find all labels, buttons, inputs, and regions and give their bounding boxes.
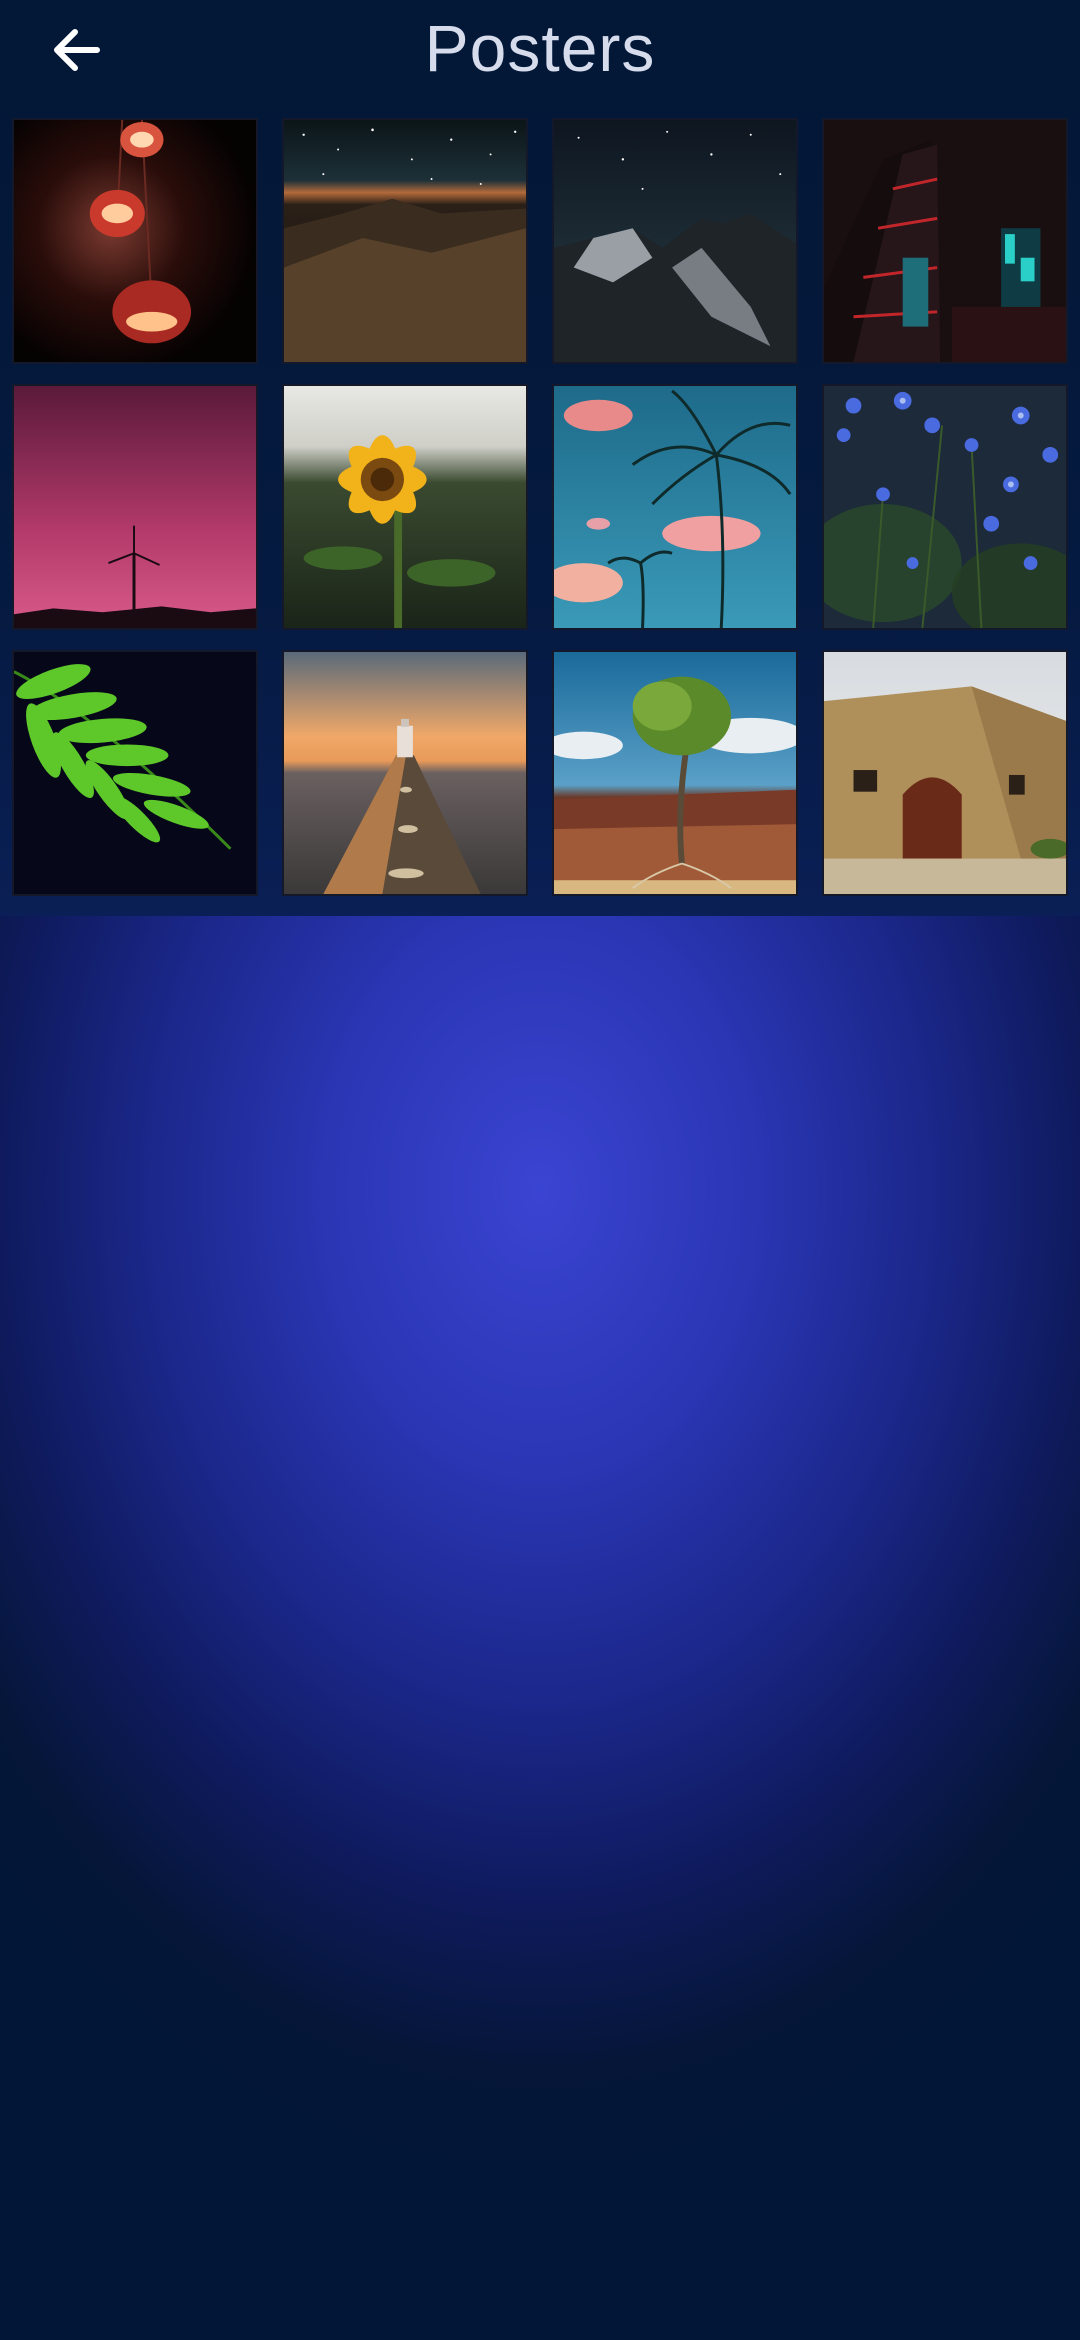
poster-city-towers-night xyxy=(824,120,1066,362)
poster-tree-canyon xyxy=(554,652,796,894)
poster-tile[interactable] xyxy=(12,118,258,364)
poster-red-lanterns xyxy=(14,120,256,362)
poster-tile[interactable] xyxy=(822,384,1068,630)
poster-blue-flowers xyxy=(824,386,1066,628)
poster-starry-mountain-night xyxy=(284,120,526,362)
poster-sunflower xyxy=(284,386,526,628)
poster-tile[interactable] xyxy=(282,384,528,630)
poster-lighthouse-pier xyxy=(284,652,526,894)
poster-tile[interactable] xyxy=(822,650,1068,896)
poster-tile[interactable] xyxy=(282,650,528,896)
poster-stone-doorway xyxy=(824,652,1066,894)
app-bar: Posters xyxy=(0,0,1080,96)
poster-tile[interactable] xyxy=(552,118,798,364)
poster-tile[interactable] xyxy=(822,118,1068,364)
poster-tile[interactable] xyxy=(552,650,798,896)
poster-tile[interactable] xyxy=(282,118,528,364)
poster-pink-sky-windmill xyxy=(14,386,256,628)
poster-tile[interactable] xyxy=(12,384,258,630)
poster-grid xyxy=(12,118,1070,896)
poster-snowy-mountain-night xyxy=(554,120,796,362)
poster-tile[interactable] xyxy=(12,650,258,896)
poster-palm-trees-pink-clouds xyxy=(554,386,796,628)
page-title: Posters xyxy=(424,11,656,85)
poster-tile[interactable] xyxy=(552,384,798,630)
poster-green-fern xyxy=(14,652,256,894)
